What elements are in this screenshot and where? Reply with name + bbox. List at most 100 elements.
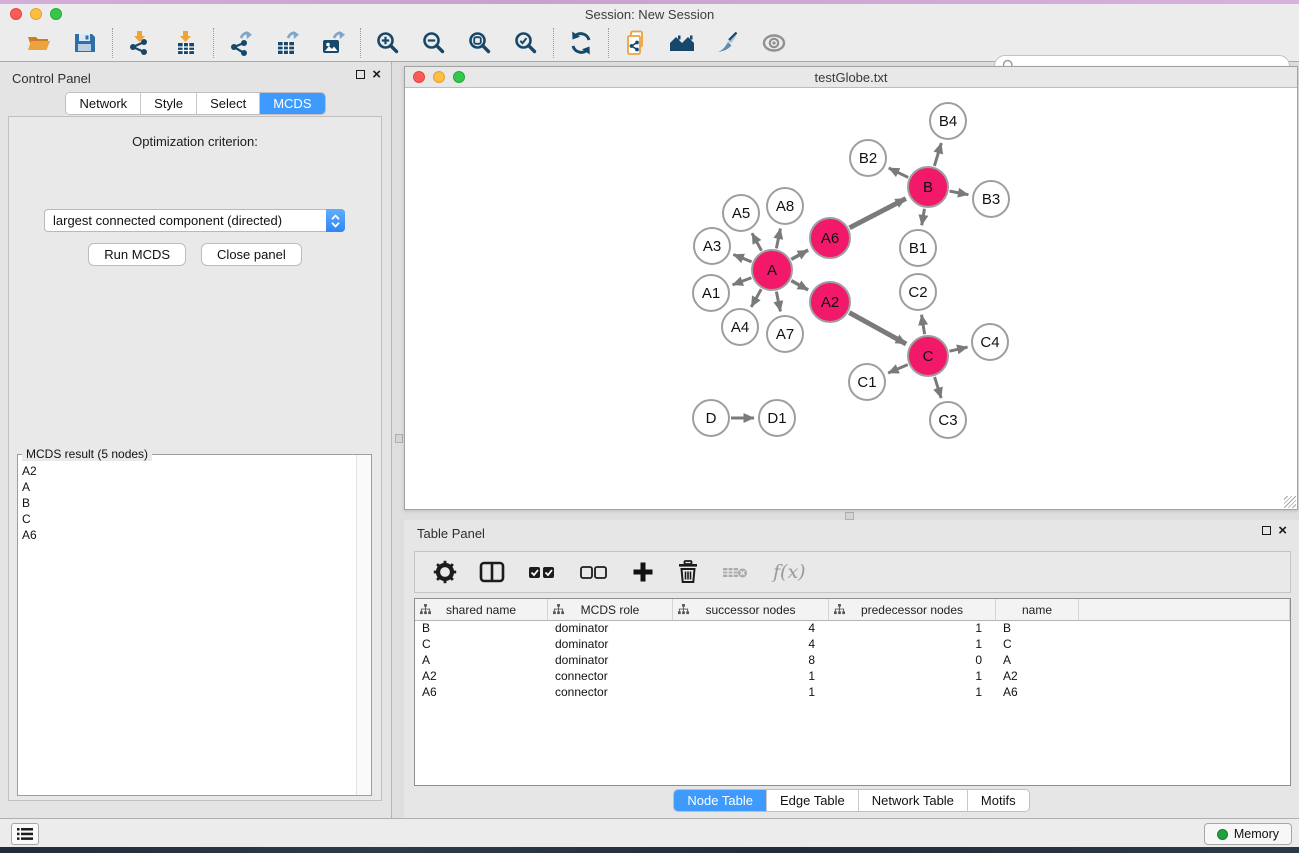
window-resize-grip[interactable] xyxy=(1284,496,1296,508)
select-all-columns-icon[interactable] xyxy=(527,558,557,586)
graph-node-C1[interactable]: C1 xyxy=(848,363,886,401)
cell-MCDS-role[interactable]: dominator xyxy=(548,621,673,637)
graph-node-A5[interactable]: A5 xyxy=(722,194,760,232)
cell-shared-name[interactable]: A xyxy=(415,653,548,669)
column-header-MCDS-role[interactable]: MCDS role xyxy=(548,599,673,620)
cell-name[interactable]: A xyxy=(996,653,1079,669)
import-network-icon[interactable] xyxy=(126,29,154,57)
cell-name[interactable]: C xyxy=(996,637,1079,653)
result-list-item[interactable]: C xyxy=(22,511,351,527)
cell-name[interactable]: A6 xyxy=(996,685,1079,701)
export-network-icon[interactable] xyxy=(227,29,255,57)
cell-predecessor-nodes[interactable]: 1 xyxy=(829,669,996,685)
cell-shared-name[interactable]: B xyxy=(415,621,548,637)
result-list-item[interactable]: B xyxy=(22,495,351,511)
table-row[interactable]: Adominator80A xyxy=(415,653,1290,669)
graph-node-B3[interactable]: B3 xyxy=(972,180,1010,218)
float-table-panel-icon[interactable] xyxy=(1262,526,1271,535)
graph-node-B4[interactable]: B4 xyxy=(929,102,967,140)
cell-successor-nodes[interactable]: 1 xyxy=(673,669,829,685)
graph-node-D[interactable]: D xyxy=(692,399,730,437)
cell-predecessor-nodes[interactable]: 1 xyxy=(829,621,996,637)
tab-select[interactable]: Select xyxy=(197,93,260,114)
cell-MCDS-role[interactable]: connector xyxy=(548,669,673,685)
table-row[interactable]: Cdominator41C xyxy=(415,637,1290,653)
show-column-panel-icon[interactable] xyxy=(479,558,505,586)
zoom-in-icon[interactable] xyxy=(374,29,402,57)
column-header-successor-nodes[interactable]: successor nodes xyxy=(673,599,829,620)
cell-shared-name[interactable]: A2 xyxy=(415,669,548,685)
tab-motifs[interactable]: Motifs xyxy=(968,790,1029,811)
network-canvas[interactable]: B4B2BB3A8A5A6A3B1AC2A1A2A4A7C4CC1DD1C3 xyxy=(405,88,1297,509)
graph-node-C3[interactable]: C3 xyxy=(929,401,967,439)
graph-node-B1[interactable]: B1 xyxy=(899,229,937,267)
save-session-icon[interactable] xyxy=(71,29,99,57)
cell-shared-name[interactable]: A6 xyxy=(415,685,548,701)
tab-edge-table[interactable]: Edge Table xyxy=(767,790,859,811)
graph-node-A1[interactable]: A1 xyxy=(692,274,730,312)
cell-successor-nodes[interactable]: 8 xyxy=(673,653,829,669)
result-list-item[interactable]: A xyxy=(22,479,351,495)
import-table-icon[interactable] xyxy=(172,29,200,57)
paint-style-icon[interactable] xyxy=(714,29,742,57)
close-panel-button[interactable]: Close panel xyxy=(201,243,302,266)
network-window-titlebar[interactable]: testGlobe.txt xyxy=(405,67,1297,88)
cell-successor-nodes[interactable]: 4 xyxy=(673,621,829,637)
add-column-icon[interactable] xyxy=(631,558,655,586)
cell-predecessor-nodes[interactable]: 0 xyxy=(829,653,996,669)
graph-node-C[interactable]: C xyxy=(907,335,949,377)
show-overview-icon[interactable] xyxy=(668,29,696,57)
table-row[interactable]: A2connector11A2 xyxy=(415,669,1290,685)
cell-shared-name[interactable]: C xyxy=(415,637,548,653)
export-table-icon[interactable] xyxy=(273,29,301,57)
float-panel-icon[interactable] xyxy=(356,70,365,79)
cell-successor-nodes[interactable]: 4 xyxy=(673,637,829,653)
cell-MCDS-role[interactable]: dominator xyxy=(548,653,673,669)
optimization-criterion-dropdown[interactable]: largest connected component (directed) xyxy=(44,209,345,232)
run-mcds-button[interactable]: Run MCDS xyxy=(88,243,186,266)
result-list-item[interactable]: A2 xyxy=(22,463,351,479)
cell-predecessor-nodes[interactable]: 1 xyxy=(829,637,996,653)
table-row[interactable]: Bdominator41B xyxy=(415,621,1290,637)
tab-node-table[interactable]: Node Table xyxy=(674,790,767,811)
open-session-icon[interactable] xyxy=(25,29,53,57)
graph-node-A2[interactable]: A2 xyxy=(809,281,851,323)
graph-node-D1[interactable]: D1 xyxy=(758,399,796,437)
tab-network[interactable]: Network xyxy=(66,93,141,114)
column-header-shared-name[interactable]: shared name xyxy=(415,599,548,620)
cell-name[interactable]: A2 xyxy=(996,669,1079,685)
graph-node-A7[interactable]: A7 xyxy=(766,315,804,353)
tab-network-table[interactable]: Network Table xyxy=(859,790,968,811)
graph-node-A[interactable]: A xyxy=(751,249,793,291)
refresh-icon[interactable] xyxy=(567,29,595,57)
cell-predecessor-nodes[interactable]: 1 xyxy=(829,685,996,701)
zoom-selected-icon[interactable] xyxy=(512,29,540,57)
zoom-fit-icon[interactable] xyxy=(466,29,494,57)
close-table-panel-icon[interactable]: × xyxy=(1278,526,1287,535)
vertical-split-grip[interactable] xyxy=(395,434,403,443)
graph-node-B2[interactable]: B2 xyxy=(849,139,887,177)
delete-column-icon[interactable] xyxy=(677,558,699,586)
column-header-name[interactable]: name xyxy=(996,599,1079,620)
tab-mcds[interactable]: MCDS xyxy=(260,93,324,114)
graph-node-A6[interactable]: A6 xyxy=(809,217,851,259)
delete-table-icon[interactable] xyxy=(721,558,751,586)
deselect-all-columns-icon[interactable] xyxy=(579,558,609,586)
export-image-icon[interactable] xyxy=(319,29,347,57)
memory-button[interactable]: Memory xyxy=(1204,823,1292,845)
horizontal-split-grip[interactable] xyxy=(845,512,854,520)
table-row[interactable]: A6connector11A6 xyxy=(415,685,1290,701)
graph-node-C4[interactable]: C4 xyxy=(971,323,1009,361)
cell-successor-nodes[interactable]: 1 xyxy=(673,685,829,701)
column-header-predecessor-nodes[interactable]: predecessor nodes xyxy=(829,599,996,620)
graph-node-A8[interactable]: A8 xyxy=(766,187,804,225)
graph-node-C2[interactable]: C2 xyxy=(899,273,937,311)
table-options-gear-icon[interactable] xyxy=(433,558,457,586)
cell-MCDS-role[interactable]: connector xyxy=(548,685,673,701)
cell-MCDS-role[interactable]: dominator xyxy=(548,637,673,653)
graph-node-A4[interactable]: A4 xyxy=(721,308,759,346)
result-scrollbar[interactable] xyxy=(356,455,371,795)
function-builder-icon[interactable]: f(x) xyxy=(773,558,806,586)
graph-node-A3[interactable]: A3 xyxy=(693,227,731,265)
cell-name[interactable]: B xyxy=(996,621,1079,637)
